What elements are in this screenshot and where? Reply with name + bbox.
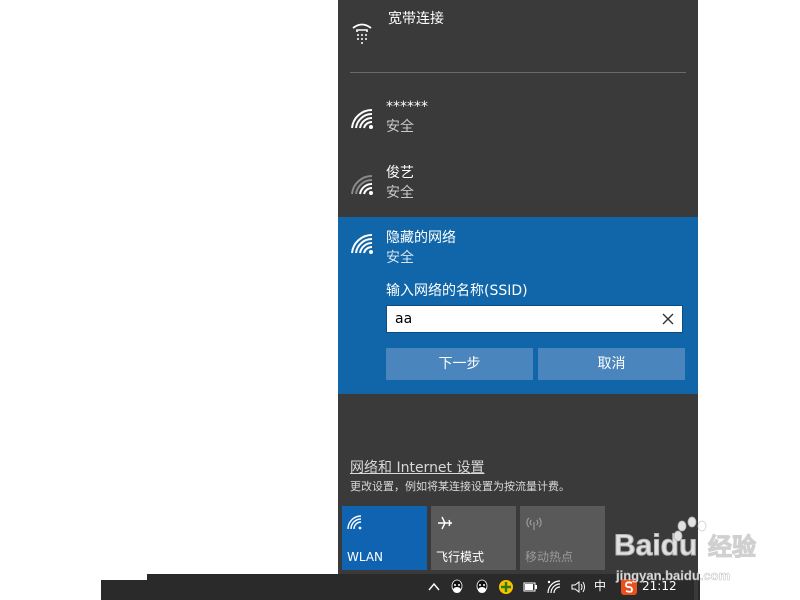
wifi-full-icon: [351, 108, 373, 129]
network-item[interactable]: ****** 安全: [338, 92, 698, 158]
taskbar-notch: [101, 574, 147, 580]
wifi-icon: [347, 515, 362, 530]
network-status: 安全: [386, 250, 414, 266]
watermark-cn: 经验: [708, 533, 756, 561]
volume-icon[interactable]: [570, 579, 586, 595]
hotspot-tile-label: 移动热点: [525, 550, 574, 564]
watermark-url: jingyan.baidu.com: [615, 568, 730, 583]
network-settings-link[interactable]: 网络和 Internet 设置: [350, 459, 485, 477]
screen: 宽带连接 ****** 安全 俊艺 安全 隐藏的网络 安全 输入网络的名称(SS…: [0, 0, 800, 600]
network-name: 俊艺: [386, 165, 414, 181]
input-method-indicator[interactable]: 中: [594, 577, 606, 595]
ssid-label: 输入网络的名称(SSID): [386, 283, 528, 299]
baidu-jingyan-watermark: Baidu 经验 jingyan.baidu.com: [614, 516, 757, 583]
mobile-hotspot-tile[interactable]: 移动热点: [520, 506, 605, 570]
qq-icon[interactable]: [474, 579, 490, 595]
ssid-input[interactable]: [387, 306, 657, 332]
network-item[interactable]: 俊艺 安全: [338, 158, 698, 224]
wlan-tile-label: WLAN: [347, 550, 384, 564]
broadband-connection-label: 宽带连接: [388, 11, 444, 27]
divider: [350, 72, 686, 73]
wifi-medium-icon: [351, 174, 373, 195]
hotspot-icon: [526, 517, 542, 530]
hidden-network-item[interactable]: 隐藏的网络 安全 输入网络的名称(SSID) 下一步 取消: [338, 217, 698, 394]
network-flyout: 宽带连接 ****** 安全 俊艺 安全 隐藏的网络 安全 输入网络的名称(SS…: [338, 0, 698, 574]
360-security-icon[interactable]: [498, 579, 514, 595]
battery-icon[interactable]: [522, 579, 538, 595]
airplane-icon: [438, 516, 452, 530]
network-name: 隐藏的网络: [386, 230, 456, 246]
wifi-full-icon: [351, 233, 373, 254]
network-status: 安全: [386, 119, 414, 135]
broadband-connection-item[interactable]: 宽带连接: [338, 0, 698, 70]
network-status: 安全: [386, 185, 414, 201]
ssid-input-box: [386, 305, 683, 333]
broadband-connection-icon: [352, 23, 372, 44]
qq-icon[interactable]: [449, 579, 465, 595]
network-settings-description: 更改设置，例如将某连接设置为按流量计费。: [350, 480, 570, 493]
next-button[interactable]: 下一步: [386, 348, 533, 380]
network-icon[interactable]: [546, 579, 562, 595]
taskbar: 中 21:12: [101, 574, 700, 600]
airplane-mode-tile[interactable]: 飞行模式: [431, 506, 516, 570]
airplane-tile-label: 飞行模式: [436, 550, 485, 564]
network-name: ******: [386, 99, 428, 115]
wlan-toggle-tile[interactable]: WLAN: [342, 506, 427, 570]
chevron-up-icon[interactable]: [426, 579, 442, 595]
close-icon[interactable]: [658, 309, 678, 329]
watermark-brand: Baidu: [614, 529, 697, 562]
cancel-button[interactable]: 取消: [538, 348, 685, 380]
